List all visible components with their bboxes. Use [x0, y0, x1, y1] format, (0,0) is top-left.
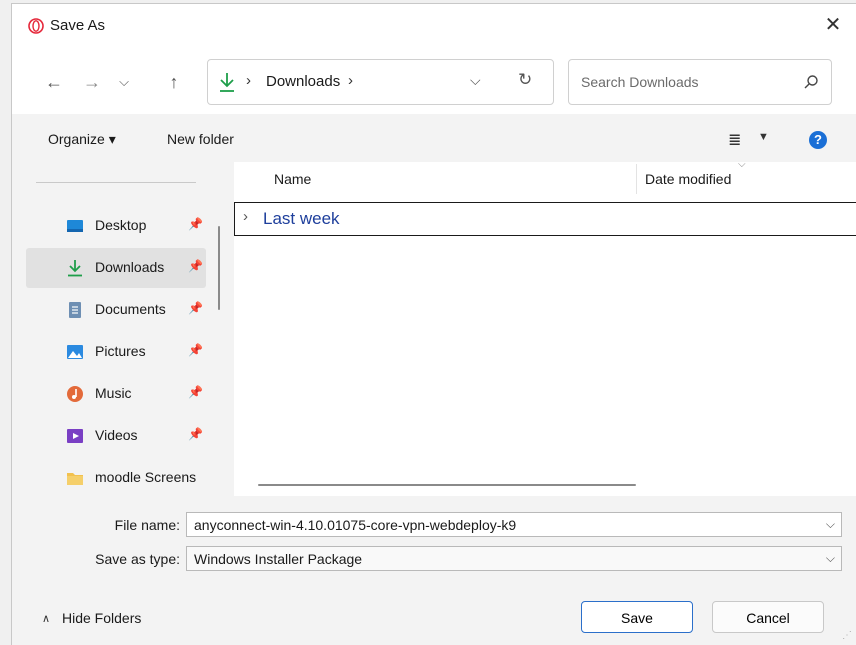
document-icon [69, 302, 81, 318]
search-box[interactable]: Search Downloads [568, 59, 832, 105]
up-arrow-icon[interactable]: ↑ [162, 70, 186, 94]
search-icon[interactable] [803, 74, 819, 90]
folder-icon [67, 473, 83, 485]
navigation-bar: ← → ⌵ ↑ › Downloads › ⌵ ↻ Search Downloa… [12, 46, 856, 114]
file-name-value[interactable]: anyconnect-win-4.10.01075-core-vpn-webde… [194, 517, 516, 533]
column-separator[interactable] [636, 164, 637, 194]
pin-icon[interactable]: 📌 [188, 259, 203, 273]
cancel-button[interactable]: Cancel [712, 601, 824, 633]
command-bar: Organize ▾ New folder ≣ ▼ ? [12, 114, 856, 162]
sidebar-item-label: Videos [95, 427, 138, 443]
column-header-date-modified[interactable]: Date modified [645, 171, 731, 187]
music-icon [67, 386, 83, 402]
address-bar[interactable]: › Downloads › ⌵ ↻ [207, 59, 554, 105]
chevron-down-icon[interactable]: ⌵ [826, 517, 835, 532]
back-arrow-icon[interactable]: ← [42, 70, 66, 94]
search-input[interactable]: Search Downloads [581, 74, 699, 90]
group-label: Last week [263, 209, 340, 228]
sidebar-divider [36, 182, 196, 183]
save-type-label: Save as type: [95, 551, 180, 567]
download-icon [220, 73, 234, 92]
chevron-right-icon[interactable]: › [243, 208, 248, 225]
videos-icon [67, 429, 83, 443]
save-type-select[interactable]: Windows Installer Package ⌵ [186, 546, 842, 571]
sidebar-item-label: Music [95, 385, 132, 401]
save-as-dialog: Save As ✕ ← → ⌵ ↑ › Downloads › ⌵ ↻ Sear… [11, 3, 856, 645]
pin-icon[interactable]: 📌 [188, 343, 203, 357]
sidebar-item-music[interactable]: Music 📌 [26, 374, 206, 414]
sidebar-item-label: moodle Screens [95, 469, 197, 485]
opera-browser-icon [28, 18, 44, 34]
navigation-pane: Desktop 📌 Downloads 📌 Documents 📌 Pictur… [12, 162, 222, 496]
save-type-value[interactable]: Windows Installer Package [194, 551, 362, 567]
forward-arrow-icon[interactable]: → [80, 70, 104, 94]
resize-grip-icon[interactable]: ⋰ [842, 630, 852, 641]
organize-button[interactable]: Organize ▾ [48, 131, 116, 148]
address-history-chevron-icon[interactable]: ⌵ [470, 72, 481, 89]
pin-icon[interactable]: 📌 [188, 427, 203, 441]
sidebar-scrollbar[interactable] [218, 226, 220, 310]
sidebar-item-label: Desktop [95, 217, 147, 233]
file-name-field[interactable]: anyconnect-win-4.10.01075-core-vpn-webde… [186, 512, 842, 537]
new-folder-button[interactable]: New folder [167, 131, 234, 147]
title-bar: Save As ✕ [12, 4, 856, 46]
help-icon[interactable]: ? [809, 131, 827, 149]
breadcrumb-separator-icon[interactable]: › [348, 72, 353, 89]
chevron-up-icon[interactable]: ∧ [42, 612, 50, 625]
file-name-label: File name: [114, 517, 180, 533]
download-icon [68, 260, 82, 277]
view-dropdown-icon[interactable]: ▼ [758, 131, 769, 143]
recent-locations-chevron-icon[interactable]: ⌵ [112, 70, 136, 94]
horizontal-scrollbar[interactable] [258, 484, 636, 486]
sidebar-item-downloads[interactable]: Downloads 📌 [26, 248, 206, 288]
sidebar-item-desktop[interactable]: Desktop 📌 [26, 206, 206, 246]
breadcrumb-downloads[interactable]: Downloads [266, 73, 340, 90]
pin-icon[interactable]: 📌 [188, 385, 203, 399]
view-options-icon[interactable]: ≣ [728, 130, 741, 150]
refresh-icon[interactable]: ↻ [518, 70, 532, 90]
sort-chevron-icon: ⌵ [738, 159, 746, 170]
save-button[interactable]: Save [581, 601, 693, 633]
sidebar-item-videos[interactable]: Videos 📌 [26, 416, 206, 456]
sidebar-item-moodle-screens[interactable]: moodle Screens [26, 458, 206, 498]
window-title: Save As [50, 17, 106, 34]
pin-icon[interactable]: 📌 [188, 217, 203, 231]
sidebar-item-label: Pictures [95, 343, 146, 359]
pin-icon[interactable]: 📌 [188, 301, 203, 315]
group-header-last-week[interactable]: › Last week [234, 202, 856, 236]
sidebar-item-documents[interactable]: Documents 📌 [26, 290, 206, 330]
pictures-icon [67, 345, 83, 359]
chevron-down-icon[interactable]: ⌵ [826, 551, 835, 566]
column-header-name[interactable]: Name [274, 171, 311, 187]
breadcrumb-separator-icon: › [246, 72, 251, 89]
sidebar-item-label: Documents [95, 301, 166, 317]
close-icon[interactable]: ✕ [822, 14, 844, 36]
sidebar-item-pictures[interactable]: Pictures 📌 [26, 332, 206, 372]
file-list: Name ⌵ Date modified › Last week [234, 159, 856, 496]
sidebar-item-label: Downloads [95, 259, 165, 275]
desktop-icon [67, 220, 83, 232]
hide-folders-button[interactable]: Hide Folders [62, 610, 141, 626]
